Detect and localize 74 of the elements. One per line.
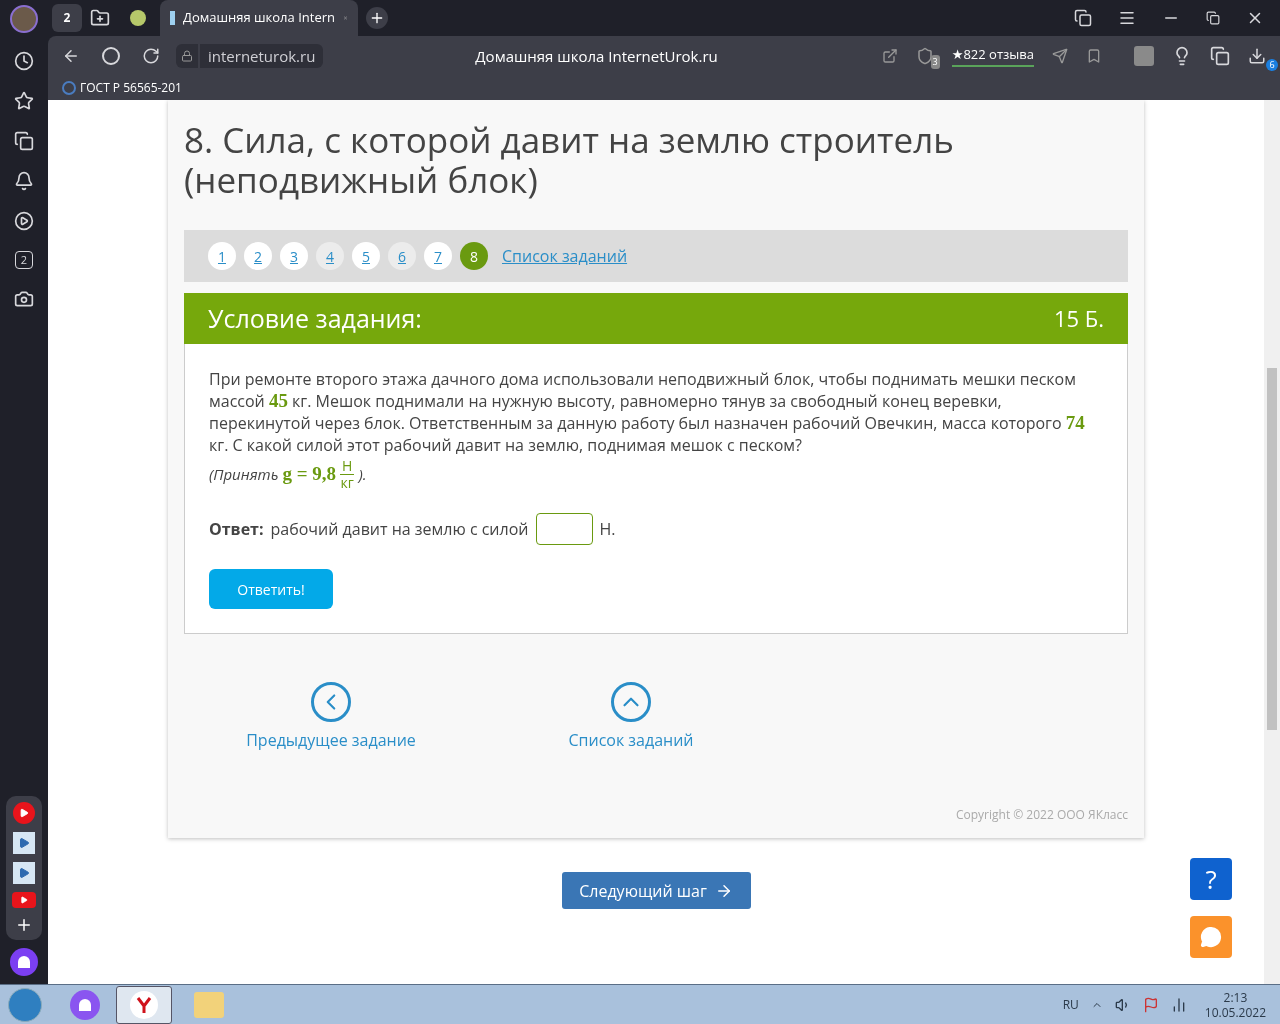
bookmark-item[interactable]: ГОСТ Р 56565-201 [80, 79, 182, 97]
step-link[interactable]: 1 [208, 242, 236, 270]
sidebar-badge[interactable]: 2 [15, 251, 33, 269]
submit-button[interactable]: Ответить! [209, 569, 333, 609]
shield-count: 3 [930, 55, 940, 69]
music-icon[interactable] [13, 802, 35, 824]
site-icon [170, 11, 175, 25]
play-icon[interactable] [14, 211, 34, 231]
downloads-count: 6 [1266, 59, 1278, 71]
question-text: При ремонте второго этажа дачного дома использовали неподвижный блок, чтобы поднимать мешки песком массой 45 кг. Мешок поднимали на нужную высоту, равномерно тянув за свободный конец веревки, перекинутой через блок. Ответственным за данную работу был назначен рабочий Овечкин, масса которого 74 кг. С какой силой этот рабочий давит на землю, поднимая мешок с песком? [209, 368, 1086, 456]
browser-taskbar-button[interactable] [116, 985, 172, 1024]
video-icon[interactable] [13, 832, 35, 854]
tabs-icon[interactable] [1074, 9, 1092, 27]
camera-icon[interactable] [14, 289, 34, 309]
collections-icon[interactable] [14, 131, 34, 151]
start-button[interactable] [8, 987, 42, 1022]
chevron-left-icon[interactable] [311, 682, 351, 722]
language-indicator[interactable]: RU [1062, 995, 1079, 1014]
tab-group-button[interactable]: 2 [52, 4, 82, 32]
step-link[interactable]: 5 [352, 242, 380, 270]
scrollbar[interactable] [1264, 100, 1280, 984]
download-icon[interactable] [1248, 47, 1266, 65]
video-icon[interactable] [13, 862, 35, 884]
task-list-link[interactable]: Список заданий [566, 682, 696, 752]
copyright-text: Copyright © 2022 ООО ЯКласс [954, 806, 1128, 824]
star-icon[interactable] [14, 91, 34, 111]
next-step-button[interactable]: Следующий шаг [561, 872, 751, 909]
page-title: Домашняя школа InternetUrok.ru [475, 44, 718, 68]
action-center-icon[interactable] [1142, 996, 1159, 1013]
share-icon[interactable] [881, 48, 898, 64]
restore-icon[interactable] [1206, 11, 1220, 25]
browser-tab[interactable]: Домашняя школа Intern [160, 0, 358, 36]
profile-avatar[interactable] [10, 5, 38, 33]
task-list-link[interactable]: Список заданий [502, 244, 628, 268]
shield-icon[interactable] [915, 47, 934, 65]
bell-icon[interactable] [14, 171, 34, 191]
address-field[interactable]: interneturok.ru [200, 44, 324, 68]
task-header-title: Условие задания: [208, 299, 422, 337]
reviews-link[interactable]: ★822 отзыва [951, 45, 1034, 67]
clock-time: 2:13 [1223, 989, 1248, 1005]
chevron-up-icon[interactable] [611, 682, 651, 722]
yandex-browser-icon [130, 990, 158, 1019]
add-icon[interactable] [15, 916, 33, 934]
back-icon[interactable] [62, 47, 80, 65]
step-link[interactable]: 2 [244, 242, 272, 270]
new-tab-button[interactable] [366, 7, 388, 29]
menu-icon[interactable] [1118, 9, 1136, 27]
pinned-tab-icon[interactable] [130, 10, 146, 26]
bookmark-favicon-icon [62, 81, 76, 95]
page-heading: 8. Сила, с которой давит на землю строитель (неподвижный блок) [184, 120, 955, 200]
step-link[interactable]: 3 [280, 242, 308, 270]
new-group-icon[interactable] [90, 8, 110, 28]
plus-icon [369, 10, 385, 26]
extensions-icon[interactable] [1210, 46, 1230, 66]
answer-label: Ответ: [209, 517, 264, 541]
lock-icon[interactable] [176, 44, 198, 68]
clock-date: 10.05.2022 [1204, 1004, 1266, 1020]
help-button[interactable]: ? [1190, 858, 1232, 900]
chat-icon [1200, 926, 1222, 948]
step-link[interactable]: 6 [388, 242, 416, 270]
answer-field[interactable] [535, 513, 593, 545]
history-icon[interactable] [14, 51, 34, 71]
send-icon[interactable] [1052, 48, 1068, 64]
bookmark-icon[interactable] [1086, 48, 1102, 64]
video-play-icon[interactable] [12, 892, 36, 908]
answer-text: рабочий давит на землю с силой [270, 517, 529, 541]
step-link[interactable]: 8 [460, 242, 488, 270]
step-link[interactable]: 4 [316, 242, 344, 270]
assistant-icon[interactable] [10, 948, 38, 976]
answer-unit: Н. [599, 517, 616, 541]
step-link[interactable]: 7 [424, 242, 452, 270]
task-points: 15 Б. [1053, 302, 1104, 335]
reload-icon[interactable] [142, 47, 160, 65]
previous-task-link[interactable]: Предыдущее задание [246, 682, 416, 752]
